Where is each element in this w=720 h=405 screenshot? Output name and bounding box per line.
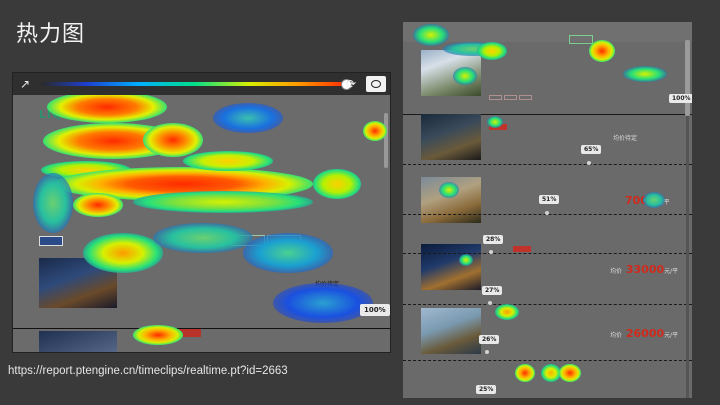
listing-thumbnail: [39, 331, 117, 352]
listing-thumbnail: [421, 177, 481, 223]
heatmap-toolbar: ↗ ⟳: [13, 73, 390, 95]
fold-divider: [13, 328, 390, 329]
listing-price-label: 均价待定: [315, 281, 340, 288]
scroll-depth-pin: [587, 161, 591, 165]
refresh-icon[interactable]: ⟳: [343, 76, 359, 92]
eye-icon[interactable]: [366, 76, 386, 92]
listing-thumbnail: [421, 50, 481, 96]
website-screenshot-background: [13, 95, 390, 352]
scroll-depth-badge: 28%: [483, 235, 504, 244]
scroll-line: [403, 164, 692, 165]
heat-blob: [515, 364, 535, 382]
scroll-line: [403, 253, 692, 254]
scroll-depth-badge: 51%: [539, 195, 560, 204]
listing-thumbnail: [421, 244, 481, 290]
site-header: [403, 22, 692, 42]
site-button: [231, 235, 265, 246]
listing-price: 均价 33000元/平: [610, 263, 679, 276]
scroll-depth-pin: [545, 211, 549, 215]
site-logo: LIQ: [39, 108, 63, 121]
external-link-icon[interactable]: ↗: [17, 76, 33, 92]
scroll-depth-pin: [485, 350, 489, 354]
scrollbar[interactable]: [384, 113, 388, 168]
heat-blob: [623, 66, 667, 82]
scroll-line: [403, 304, 692, 305]
heat-blob: [477, 42, 507, 60]
listing-thumbnail: [39, 258, 117, 308]
scroll-depth-badge: 65%: [581, 145, 602, 154]
site-button: [267, 235, 301, 246]
left-heatmap-panel: LIQ 均价待定 ↗ ⟳ 100%: [12, 72, 391, 353]
red-tag: [489, 124, 507, 130]
scroll-depth-badge: 26%: [479, 335, 500, 344]
listing-thumbnail: [421, 308, 481, 354]
red-tag: [513, 246, 531, 252]
scroll-depth-badge: 27%: [482, 286, 503, 295]
coverage-badge: 100%: [360, 304, 390, 316]
listing-price: 7000元/平: [625, 194, 670, 207]
scroll-depth-pin: [489, 250, 493, 254]
scroll-depth-pin: [488, 301, 492, 305]
listing-price-label: 均价待定: [613, 135, 638, 142]
heat-blob: [559, 364, 581, 382]
heat-blob: [541, 364, 561, 382]
scroll-depth-badge: 100%: [669, 94, 692, 103]
source-url: https://report.ptengine.cn/timeclips/rea…: [8, 365, 288, 377]
filter-tag: [39, 236, 63, 246]
listing-price: 均价 26000元/平: [610, 327, 679, 340]
scroll-line: [403, 360, 692, 361]
heat-blob: [495, 304, 519, 320]
scroll-depth-badge: 25%: [476, 385, 497, 394]
scrollbar[interactable]: [685, 40, 690, 116]
site-button: [569, 35, 593, 44]
right-scroll-heatmap-panel: 均价待定 7000元/平 均价 33000元/平 均价 26000元/平 100…: [403, 22, 692, 398]
heat-intensity-slider[interactable]: [41, 82, 347, 86]
listing-thumbnail: [421, 114, 481, 160]
listing-tags: [489, 85, 549, 100]
price-tag: [170, 329, 201, 337]
slide-title: 热力图: [16, 22, 86, 47]
